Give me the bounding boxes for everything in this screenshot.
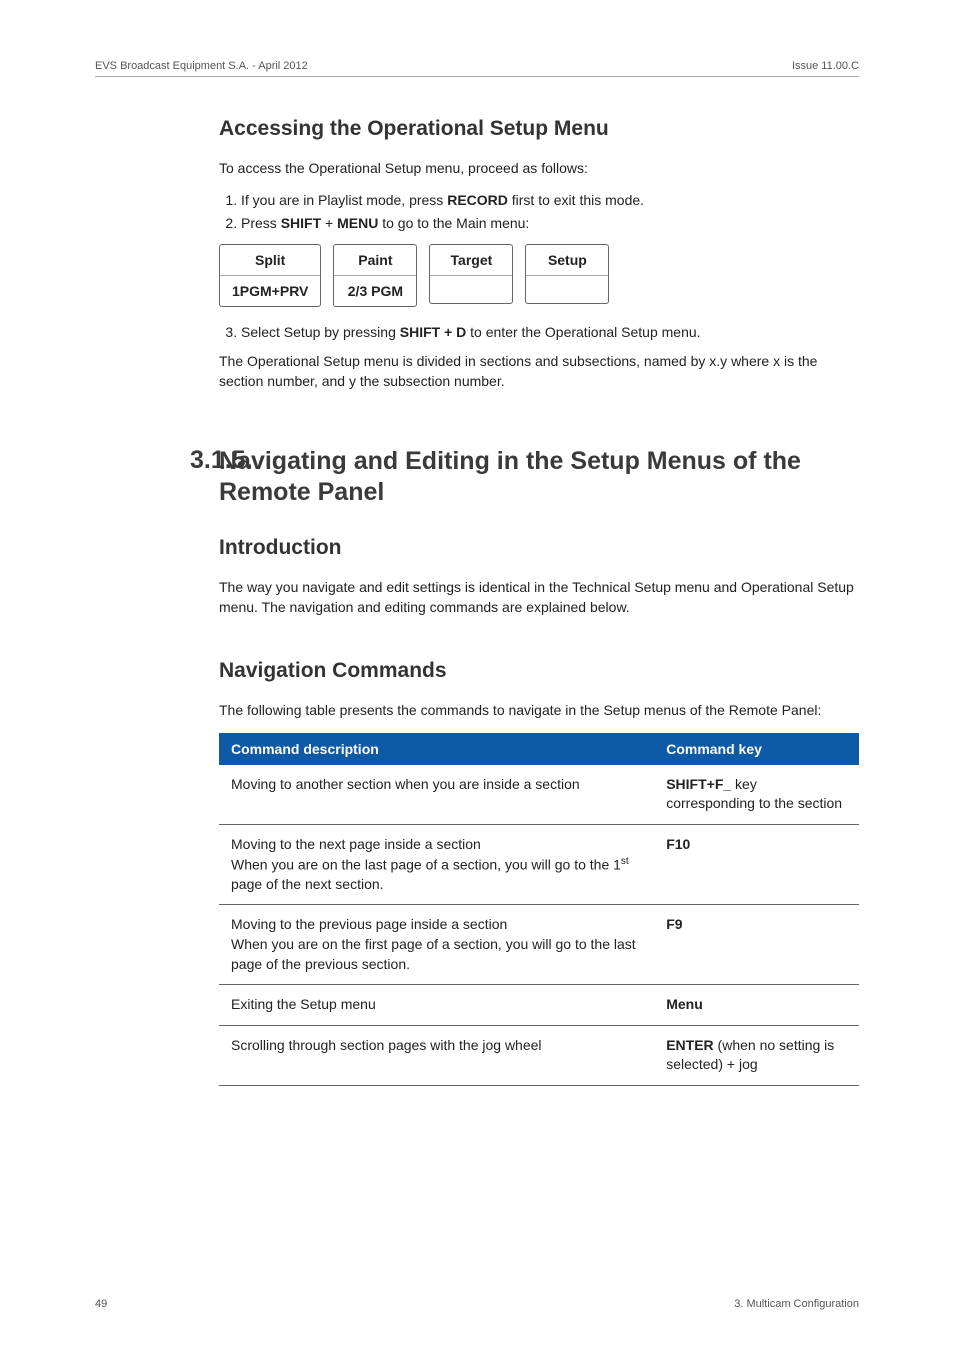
- menu-btn-target: Target: [429, 244, 513, 276]
- accessing-steps: If you are in Playlist mode, press RECOR…: [219, 191, 859, 234]
- step2-b2: MENU: [337, 215, 378, 231]
- table-row: Exiting the Setup menu Menu: [219, 985, 859, 1026]
- table-row: Scrolling through section pages with the…: [219, 1025, 859, 1085]
- key-bold: ENTER: [666, 1037, 713, 1053]
- desc-l2a: When you are on the last page of a secti…: [231, 856, 621, 872]
- step3-bold: SHIFT + D: [400, 324, 467, 340]
- menu-button-row: Split 1PGM+PRV Paint 2/3 PGM Target Setu…: [219, 244, 859, 307]
- header-left: EVS Broadcast Equipment S.A. - April 201…: [95, 60, 308, 72]
- step1-pre: If you are in Playlist mode, press: [241, 192, 447, 208]
- superscript-st: st: [621, 856, 629, 867]
- accessing-intro: To access the Operational Setup menu, pr…: [219, 159, 859, 179]
- cell-desc: Scrolling through section pages with the…: [219, 1025, 654, 1085]
- step2-pre: Press: [241, 215, 281, 231]
- step3-post: to enter the Operational Setup menu.: [466, 324, 700, 340]
- cell-key: F10: [654, 825, 859, 905]
- table-row: Moving to the previous page inside a sec…: [219, 905, 859, 985]
- cell-key: Menu: [654, 985, 859, 1026]
- header-right: Issue 11.00.C: [792, 60, 859, 72]
- heading-nav-commands: Navigation Commands: [219, 659, 859, 683]
- step-1: If you are in Playlist mode, press RECOR…: [241, 191, 859, 211]
- accessing-steps-cont: Select Setup by pressing SHIFT + D to en…: [219, 323, 859, 343]
- heading-introduction: Introduction: [219, 536, 859, 560]
- menu-col-setup: Setup: [525, 244, 609, 307]
- table-header-row: Command description Command key: [219, 733, 859, 765]
- menu-btn-1pgmprv: 1PGM+PRV: [219, 276, 321, 307]
- heading-accessing: Accessing the Operational Setup Menu: [219, 117, 859, 141]
- table-row: Moving to the next page inside a section…: [219, 825, 859, 905]
- cell-desc: Exiting the Setup menu: [219, 985, 654, 1026]
- step-3: Select Setup by pressing SHIFT + D to en…: [241, 323, 859, 343]
- accessing-note: The Operational Setup menu is divided in…: [219, 352, 859, 391]
- desc-l2b: page of the next section.: [231, 876, 384, 892]
- cell-desc: Moving to the previous page inside a sec…: [219, 905, 654, 985]
- menu-col-target: Target: [429, 244, 513, 307]
- desc-l1: Moving to the next page inside a section: [231, 836, 481, 852]
- step3-pre: Select Setup by pressing: [241, 324, 400, 340]
- section-number: 3.1.5.: [190, 446, 253, 475]
- menu-col-split: Split 1PGM+PRV: [219, 244, 321, 307]
- th-key: Command key: [654, 733, 859, 765]
- heading-major: Navigating and Editing in the Setup Menu…: [219, 446, 859, 509]
- menu-btn-paint: Paint: [333, 244, 417, 276]
- desc-l2: When you are on the first page of a sect…: [231, 936, 636, 972]
- step1-bold: RECORD: [447, 192, 508, 208]
- menu-col-paint: Paint 2/3 PGM: [333, 244, 417, 307]
- menu-btn-split: Split: [219, 244, 321, 276]
- desc-l1: Moving to the previous page inside a sec…: [231, 916, 507, 932]
- step2-mid: +: [321, 215, 337, 231]
- cell-key: SHIFT+F_ key corresponding to the sectio…: [654, 765, 859, 825]
- step2-b1: SHIFT: [281, 215, 321, 231]
- footer-chapter: 3. Multicam Configuration: [734, 1298, 859, 1310]
- section-accessing: Accessing the Operational Setup Menu To …: [219, 117, 859, 392]
- cell-desc: Moving to the next page inside a section…: [219, 825, 654, 905]
- introduction-text: The way you navigate and edit settings i…: [219, 578, 859, 617]
- menu-btn-setup: Setup: [525, 244, 609, 276]
- table-row: Moving to another section when you are i…: [219, 765, 859, 825]
- step1-post: first to exit this mode.: [508, 192, 644, 208]
- nav-intro: The following table presents the command…: [219, 701, 859, 721]
- key-bold: Menu: [666, 996, 703, 1012]
- menu-btn-target-blank: [429, 276, 513, 304]
- document-page: EVS Broadcast Equipment S.A. - April 201…: [0, 0, 954, 1350]
- menu-btn-23pgm: 2/3 PGM: [333, 276, 417, 307]
- step-2: Press SHIFT + MENU to go to the Main men…: [241, 214, 859, 234]
- menu-btn-setup-blank: [525, 276, 609, 304]
- key-bold: F9: [666, 916, 682, 932]
- cell-desc: Moving to another section when you are i…: [219, 765, 654, 825]
- th-description: Command description: [219, 733, 654, 765]
- footer-page-number: 49: [95, 1298, 107, 1310]
- step2-post: to go to the Main menu:: [378, 215, 529, 231]
- cell-key: F9: [654, 905, 859, 985]
- nav-commands-table: Command description Command key Moving t…: [219, 733, 859, 1086]
- section-wrapper: 3.1.5. Navigating and Editing in the Set…: [95, 446, 859, 1086]
- key-bold: F10: [666, 836, 690, 852]
- page-header: EVS Broadcast Equipment S.A. - April 201…: [95, 60, 859, 77]
- cell-key: ENTER (when no setting is selected) + jo…: [654, 1025, 859, 1085]
- page-footer: 49 3. Multicam Configuration: [95, 1298, 859, 1310]
- key-bold: SHIFT+F_: [666, 776, 731, 792]
